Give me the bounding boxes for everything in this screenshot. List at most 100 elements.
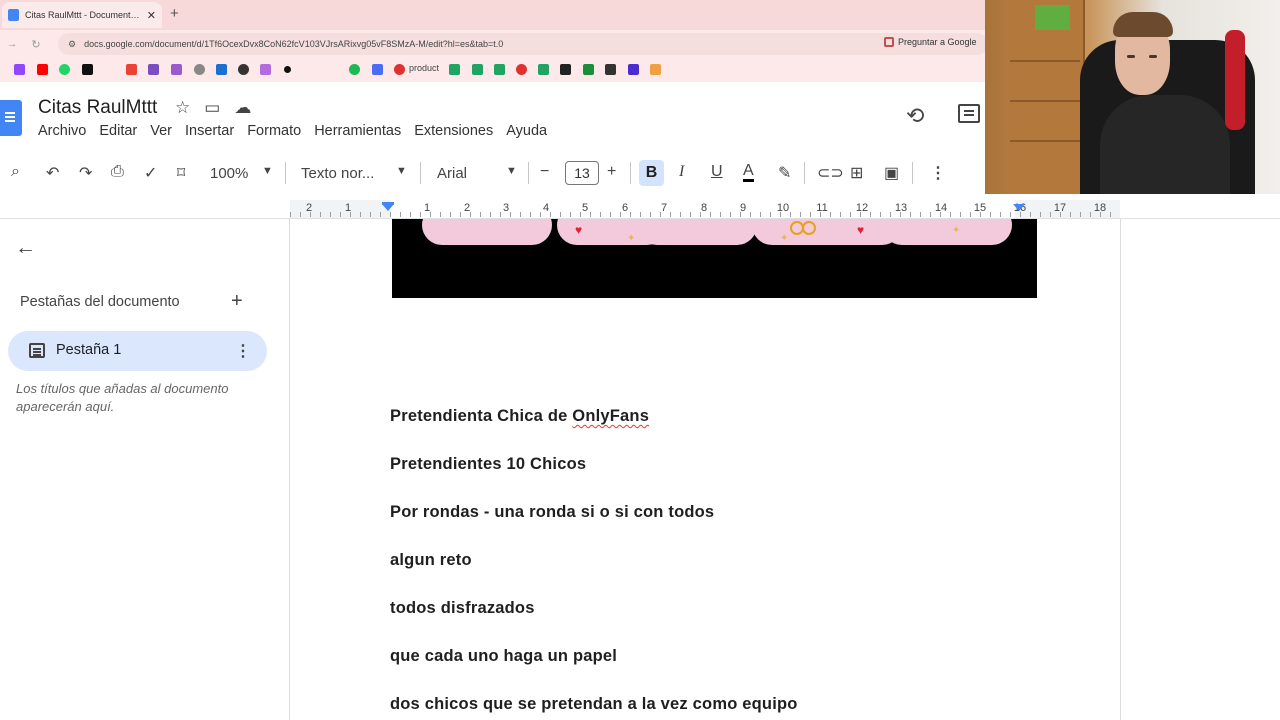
add-comment-icon[interactable]: ⊞ — [850, 163, 863, 183]
highlighter-icon[interactable]: ✎ — [778, 163, 791, 183]
reload-icon[interactable]: ↻ — [24, 38, 48, 51]
sheets-bookmark-icon[interactable] — [449, 64, 460, 75]
history-icon[interactable]: ⟲ — [906, 103, 924, 129]
cloud-decoration — [422, 219, 552, 245]
doc-paragraph[interactable]: Pretendientes 10 Chicos — [390, 455, 586, 474]
ask-google-button[interactable]: Preguntar a Google — [884, 37, 977, 47]
underline-button[interactable]: U — [711, 163, 723, 181]
document-tab-icon — [29, 343, 45, 358]
bookmark-icon[interactable] — [372, 64, 383, 75]
bookmark-icon[interactable] — [260, 64, 271, 75]
menu-ver[interactable]: Ver — [150, 123, 172, 139]
increase-font-size-icon[interactable]: + — [607, 163, 616, 181]
bold-button[interactable]: B — [639, 160, 664, 186]
font-select[interactable]: Arial — [437, 165, 467, 182]
whatsapp-bookmark-icon[interactable] — [59, 64, 70, 75]
forward-icon[interactable]: → — [0, 38, 24, 50]
doc-paragraph[interactable]: que cada uno haga un papel — [390, 647, 617, 666]
gmail-bookmark-icon[interactable] — [126, 64, 137, 75]
bookmark-icon[interactable] — [238, 64, 249, 75]
menu-editar[interactable]: Editar — [99, 123, 137, 139]
document-image[interactable]: ♥ ♥ ✦ ✦ ✦ — [392, 219, 1037, 298]
more-icon[interactable]: ⋮ — [930, 163, 946, 183]
bookmark-icon[interactable] — [650, 64, 661, 75]
doc-paragraph[interactable]: dos chicos que se pretendan a la vez com… — [390, 695, 798, 714]
url-bar[interactable]: ⚙ docs.google.com/document/d/1Tf6OcexDvx… — [58, 33, 988, 55]
bookmark-icon[interactable] — [560, 64, 571, 75]
webcam-green-object — [1035, 5, 1070, 30]
browser-tab[interactable]: Citas RaulMttt - Documentos de Google ✕ — [2, 2, 162, 28]
menu-archivo[interactable]: Archivo — [38, 123, 86, 139]
font-size-input[interactable]: 13 — [565, 161, 599, 185]
twitch-bookmark-icon[interactable] — [14, 64, 25, 75]
paint-format-icon[interactable]: ⌑ — [177, 163, 185, 183]
doc-paragraph[interactable]: todos disfrazados — [390, 599, 535, 618]
spellcheck-icon[interactable]: ✓ — [144, 163, 157, 183]
site-info-icon[interactable]: ⚙ — [68, 39, 76, 50]
page-edge-left — [289, 219, 290, 720]
bookmark-icon[interactable] — [628, 64, 639, 75]
misspelled-word[interactable]: OnlyFans — [572, 407, 649, 425]
italic-button[interactable]: I — [679, 163, 684, 181]
search-icon[interactable]: ⌕ — [11, 163, 20, 181]
zoom-caret-icon[interactable]: ▼ — [262, 165, 273, 177]
paragraph-style-select[interactable]: Texto nor... — [301, 165, 374, 182]
redo-icon[interactable]: ↷ — [79, 163, 92, 183]
bookmark-icon[interactable] — [583, 64, 594, 75]
back-arrow-icon[interactable]: ← — [15, 236, 36, 260]
decrease-font-size-icon[interactable]: − — [540, 163, 549, 181]
comments-icon[interactable] — [958, 104, 980, 123]
sheets-bookmark-icon[interactable] — [472, 64, 483, 75]
close-tab-icon[interactable]: ✕ — [147, 9, 156, 22]
print-icon[interactable]: ⎙ — [111, 163, 124, 181]
toolbar-divider — [804, 162, 805, 184]
menu-formato[interactable]: Formato — [247, 123, 301, 139]
left-indent-handle[interactable] — [382, 204, 394, 211]
spotify-bookmark-icon[interactable] — [349, 64, 360, 75]
ruler-label: 3 — [502, 202, 510, 214]
menu-herramientas[interactable]: Herramientas — [314, 123, 401, 139]
ring-icon — [802, 221, 816, 235]
bookmark-icon[interactable] — [605, 64, 616, 75]
sheets-bookmark-icon[interactable] — [538, 64, 549, 75]
bookmark-icon[interactable] — [394, 64, 405, 75]
more-options-icon[interactable]: ⋮ — [235, 341, 251, 361]
ruler-label: 1 — [423, 202, 431, 214]
bookmark-icon[interactable] — [171, 64, 182, 75]
ruler-label: 11 — [816, 202, 828, 214]
menu-ayuda[interactable]: Ayuda — [506, 123, 547, 139]
font-caret-icon[interactable]: ▼ — [506, 165, 517, 177]
new-tab-button[interactable]: + — [170, 5, 179, 22]
document-title[interactable]: Citas RaulMttt — [38, 97, 157, 119]
bookmark-icon[interactable] — [284, 66, 291, 73]
link-icon[interactable]: ⊂⊃ — [817, 163, 844, 183]
bookmark-icon[interactable] — [194, 64, 205, 75]
doc-paragraph[interactable]: Pretendienta Chica de OnlyFans — [390, 407, 649, 426]
paypal-bookmark-icon[interactable] — [216, 64, 227, 75]
style-caret-icon[interactable]: ▼ — [396, 165, 407, 177]
menu-insertar[interactable]: Insertar — [185, 123, 234, 139]
youtube-bookmark-icon[interactable] — [37, 64, 48, 75]
ruler-label: 17 — [1053, 202, 1067, 214]
cloud-status-icon[interactable]: ☁ — [234, 98, 251, 118]
product-bookmark-label[interactable]: product — [409, 63, 439, 73]
move-folder-icon[interactable]: ▭ — [204, 98, 220, 118]
tiktok-bookmark-icon[interactable] — [82, 64, 93, 75]
docs-logo-icon[interactable] — [0, 100, 22, 136]
star-icon[interactable]: ☆ — [175, 98, 190, 118]
right-indent-handle[interactable] — [1013, 204, 1025, 211]
text-color-button[interactable]: A — [743, 163, 754, 182]
sidebar-tab-item[interactable] — [8, 331, 267, 371]
sidebar-tab-label[interactable]: Pestaña 1 — [56, 342, 121, 358]
doc-paragraph[interactable]: Por rondas - una ronda si o si con todos — [390, 503, 714, 522]
sheets-bookmark-icon[interactable] — [494, 64, 505, 75]
ruler-label: 13 — [894, 202, 908, 214]
insert-image-icon[interactable]: ▣ — [884, 163, 899, 183]
bookmark-icon[interactable] — [148, 64, 159, 75]
doc-paragraph[interactable]: algun reto — [390, 551, 472, 570]
menu-extensiones[interactable]: Extensiones — [414, 123, 493, 139]
bookmark-icon[interactable] — [516, 64, 527, 75]
zoom-select[interactable]: 100% — [210, 165, 248, 182]
undo-icon[interactable]: ↶ — [46, 163, 59, 183]
add-tab-icon[interactable]: + — [231, 290, 243, 313]
